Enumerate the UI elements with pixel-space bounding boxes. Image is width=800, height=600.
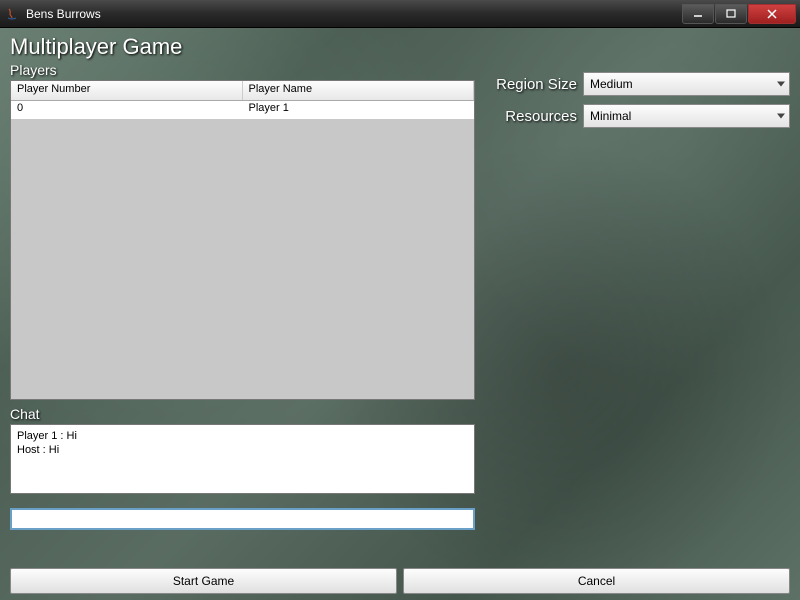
maximize-button[interactable] — [715, 4, 747, 24]
button-row: Start Game Cancel — [10, 568, 790, 594]
cell-player-name: Player 1 — [243, 101, 475, 119]
resources-label: Resources — [485, 108, 577, 125]
content-area: Multiplayer Game Players Player Number P… — [0, 28, 800, 600]
chat-message: Player 1 : Hi — [17, 429, 468, 443]
players-table[interactable]: Player Number Player Name 0 Player 1 — [10, 80, 475, 400]
start-game-button[interactable]: Start Game — [10, 568, 397, 594]
window-controls — [681, 4, 796, 24]
table-row[interactable]: 0 Player 1 — [11, 101, 474, 119]
cell-player-number: 0 — [11, 101, 243, 119]
titlebar[interactable]: Bens Burrows — [0, 0, 800, 28]
window-title: Bens Burrows — [26, 7, 681, 21]
region-size-label: Region Size — [485, 76, 577, 93]
chat-group: Chat Player 1 : Hi Host : Hi — [10, 406, 475, 530]
chat-log[interactable]: Player 1 : Hi Host : Hi — [10, 424, 475, 494]
chat-input[interactable] — [10, 508, 475, 530]
players-table-body: 0 Player 1 — [11, 101, 474, 399]
minimize-button[interactable] — [682, 4, 714, 24]
players-group: Players Player Number Player Name 0 Play… — [10, 62, 475, 400]
col-player-name[interactable]: Player Name — [243, 81, 475, 100]
app-window: Bens Burrows Multiplayer Game Players Pl… — [0, 0, 800, 600]
players-label: Players — [10, 62, 475, 78]
java-icon — [4, 6, 20, 22]
chat-label: Chat — [10, 406, 475, 422]
region-size-select[interactable]: Medium — [583, 72, 790, 96]
players-table-header: Player Number Player Name — [11, 81, 474, 101]
chevron-down-icon — [777, 82, 785, 87]
page-title: Multiplayer Game — [10, 34, 790, 60]
col-player-number[interactable]: Player Number — [11, 81, 243, 100]
resources-value: Minimal — [590, 109, 631, 123]
chat-message: Host : Hi — [17, 443, 468, 457]
chevron-down-icon — [777, 114, 785, 119]
resources-select[interactable]: Minimal — [583, 104, 790, 128]
region-size-value: Medium — [590, 77, 633, 91]
close-button[interactable] — [748, 4, 796, 24]
cancel-button[interactable]: Cancel — [403, 568, 790, 594]
settings-panel: Region Size Medium Resources Minimal — [485, 62, 790, 562]
